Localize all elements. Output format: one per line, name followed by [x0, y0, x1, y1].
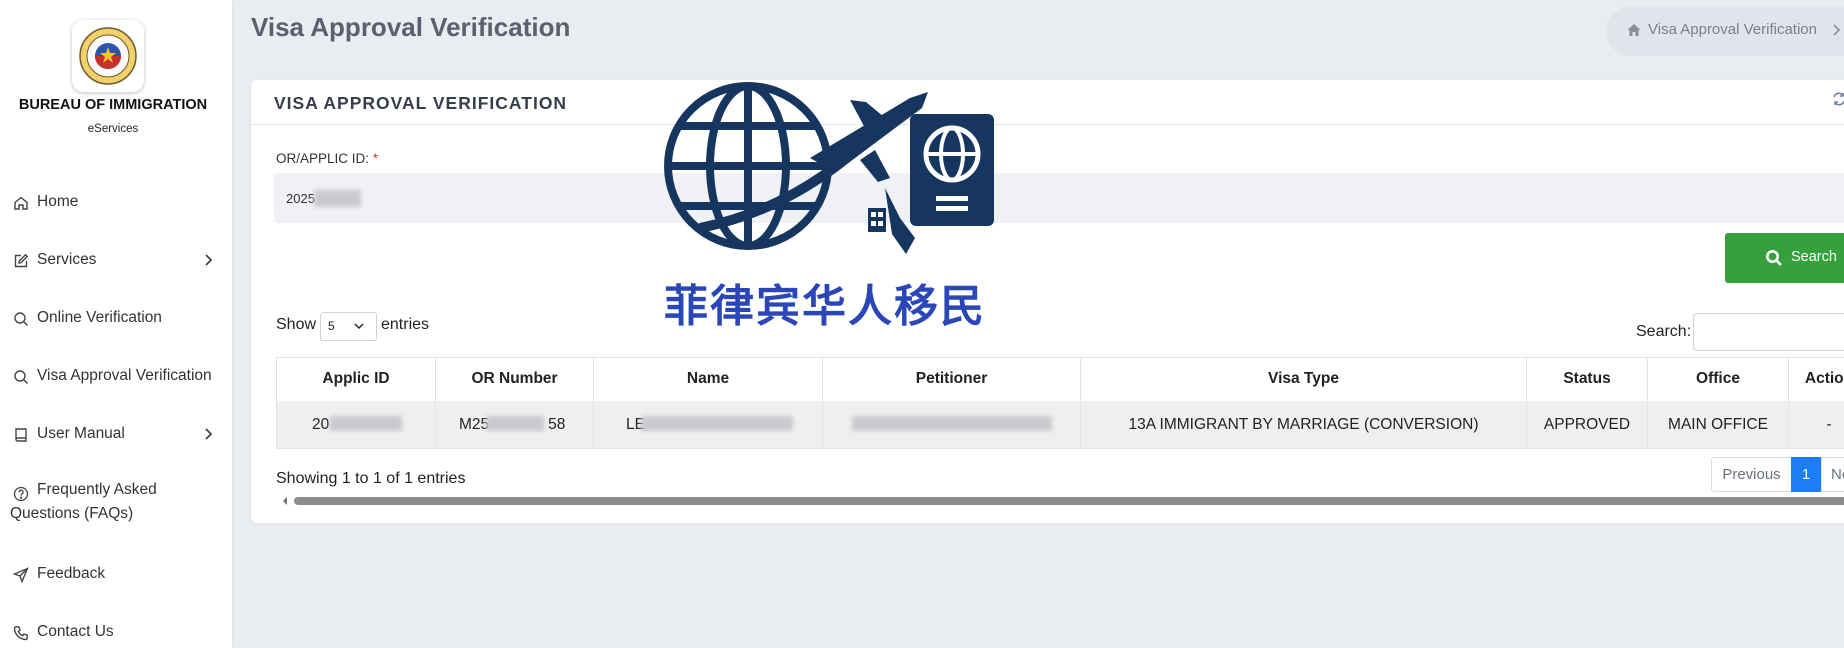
table-search-input[interactable] — [1693, 313, 1844, 351]
column-header-office[interactable]: Office — [1648, 357, 1789, 401]
redacted-value — [486, 416, 544, 431]
breadcrumb: Visa Approval Verification — [1606, 6, 1844, 56]
horizontal-scrollbar[interactable] — [294, 497, 1844, 505]
page-title: Visa Approval Verification — [251, 12, 571, 42]
field-label-text: OR/APPLIC ID: — [276, 151, 370, 166]
send-icon — [13, 567, 29, 583]
watermark-text: 菲律宾华人移民 — [664, 282, 986, 331]
redacted-value — [330, 416, 402, 431]
cell-text: 20 — [312, 415, 330, 433]
scroll-left-arrow[interactable] — [281, 496, 289, 506]
sidebar-item-label: Feedback — [37, 565, 106, 582]
home-icon — [1627, 24, 1641, 36]
sidebar-item-label: Services — [37, 251, 97, 268]
sidebar-item-label: Home — [37, 193, 79, 210]
chevron-right-icon — [1833, 24, 1841, 36]
sidebar-item-label: User Manual — [37, 425, 125, 442]
or-applic-id-label: OR/APPLIC ID: * — [276, 151, 378, 166]
sidebar-item-label: Contact Us — [37, 623, 114, 640]
select-value: 5 — [328, 319, 335, 333]
column-header-visa-type[interactable]: Visa Type — [1081, 357, 1527, 401]
length-suffix: entries — [381, 316, 430, 333]
chevron-right-icon — [205, 428, 213, 440]
search-icon — [14, 370, 28, 384]
card-title: VISA APPROVAL VERIFICATION — [274, 93, 568, 113]
breadcrumb-item[interactable]: Visa Approval Verification — [1648, 21, 1817, 38]
cell-action: - — [1789, 401, 1844, 448]
column-header-petitioner[interactable]: Petitioner — [823, 357, 1081, 401]
verification-card — [251, 80, 1844, 523]
column-header-name[interactable]: Name — [594, 357, 823, 401]
column-header-or-number[interactable]: OR Number — [436, 357, 594, 401]
help-circle-icon — [13, 486, 29, 502]
search-icon — [14, 312, 28, 326]
redacted-value — [314, 190, 361, 207]
pagination-previous[interactable]: Previous — [1711, 457, 1792, 492]
cell-text: 58 — [548, 415, 566, 433]
chevron-down-icon — [354, 323, 364, 330]
column-header-applic-id[interactable]: Applic ID — [277, 357, 436, 401]
redacted-value — [641, 416, 793, 431]
pagination-page-1[interactable]: 1 — [1791, 457, 1821, 492]
search-icon — [1766, 250, 1782, 266]
edit-icon — [14, 253, 29, 268]
column-header-status[interactable]: Status — [1527, 357, 1648, 401]
cell-status: APPROVED — [1527, 401, 1648, 448]
book-icon — [15, 428, 27, 442]
cell-text: M25 — [459, 415, 490, 433]
search-button-label: Search — [1791, 249, 1837, 265]
refresh-icon[interactable] — [1832, 92, 1844, 106]
travel-watermark-graphic — [664, 82, 994, 254]
card-divider — [251, 124, 1844, 125]
sidebar-item-label: Visa Approval Verification — [37, 367, 212, 384]
sidebar: BUREAU OF IMMIGRATION eServices Home Ser… — [0, 0, 232, 648]
cell-visa-type: 13A IMMIGRANT BY MARRIAGE (CONVERSION) — [1081, 401, 1527, 448]
chevron-right-icon — [205, 254, 213, 266]
column-header-action[interactable]: Action — [1789, 357, 1844, 401]
cell-office: MAIN OFFICE — [1648, 401, 1789, 448]
sidebar-item-label: Frequently Asked — [37, 481, 157, 498]
search-button[interactable]: Search — [1725, 233, 1844, 283]
org-subtitle: eServices — [87, 123, 139, 135]
org-name: BUREAU OF IMMIGRATION — [18, 97, 208, 113]
pagination-next[interactable]: Next — [1821, 457, 1844, 492]
sidebar-item-label-line2: Questions (FAQs) — [10, 505, 134, 522]
redacted-value — [852, 416, 1052, 431]
table-info: Showing 1 to 1 of 1 entries — [276, 470, 466, 487]
phone-icon — [13, 626, 28, 641]
home-icon — [14, 196, 28, 210]
table-search-label: Search: — [1636, 323, 1692, 340]
sidebar-item-label: Online Verification — [37, 309, 162, 326]
bureau-seal-logo — [72, 20, 144, 92]
or-applic-id-input[interactable] — [274, 173, 1844, 223]
required-mark: * — [372, 151, 379, 166]
length-prefix: Show — [276, 316, 317, 333]
entries-per-page-select[interactable]: 5 — [320, 312, 377, 341]
